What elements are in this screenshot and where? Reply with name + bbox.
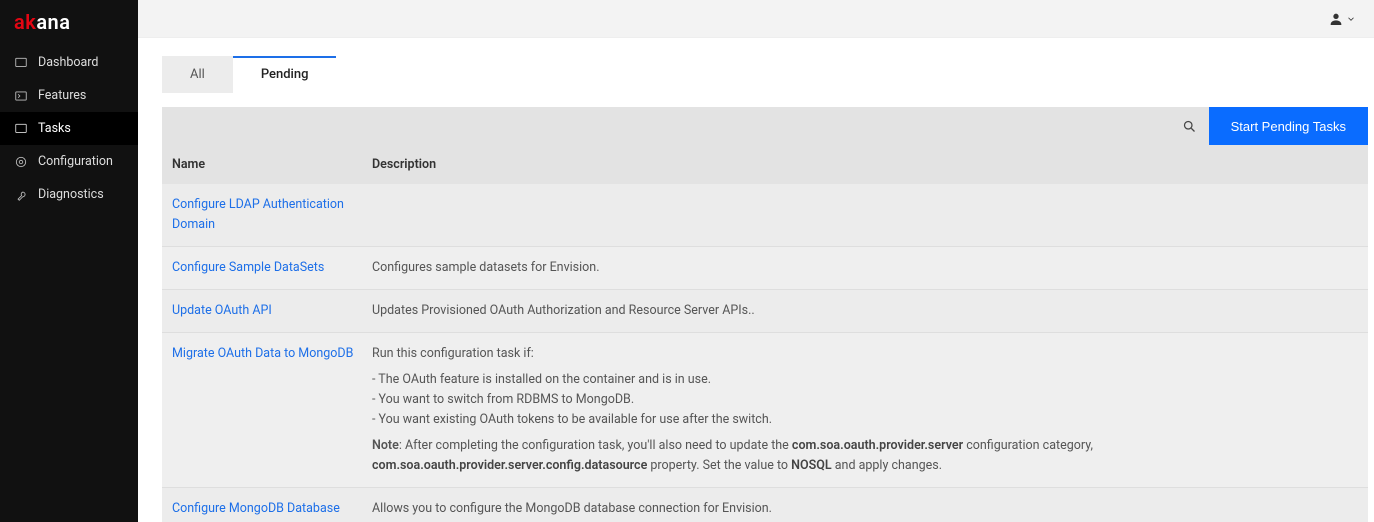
topbar — [138, 0, 1374, 38]
tab-all[interactable]: All — [162, 56, 233, 93]
chevron-down-icon — [1346, 14, 1356, 24]
desc-bullet: - You want existing OAuth tokens to be a… — [372, 410, 1358, 430]
task-link[interactable]: Update OAuth API — [172, 303, 272, 318]
note-text: configuration category, — [963, 438, 1093, 453]
main-area: All Pending Start Pending Tasks Name Des… — [138, 0, 1374, 522]
sidebar-item-label: Features — [38, 88, 86, 103]
desc-paragraph: Allows you to configure the MongoDB data… — [372, 499, 1358, 519]
features-icon — [14, 89, 28, 103]
task-description — [372, 195, 1358, 235]
sidebar-item-features[interactable]: Features — [0, 79, 138, 112]
desc-bullet: - You want to switch from RDBMS to Mongo… — [372, 390, 1358, 410]
task-link[interactable]: Configure Sample DataSets — [172, 260, 324, 275]
note-text: property. Set the value to — [647, 458, 791, 473]
configuration-icon — [14, 155, 28, 169]
task-description: Configures sample datasets for Envision. — [372, 258, 1358, 278]
sidebar-item-label: Configuration — [38, 154, 113, 169]
sidebar-item-tasks[interactable]: Tasks — [0, 112, 138, 145]
desc-bullet: - The OAuth feature is installed on the … — [372, 370, 1358, 390]
action-bar: Start Pending Tasks — [162, 107, 1368, 145]
sidebar-item-label: Dashboard — [38, 55, 98, 70]
tab-pending[interactable]: Pending — [233, 56, 337, 93]
note-text: and apply changes. — [832, 458, 942, 473]
brand-part1: ak — [14, 10, 36, 34]
task-description: Allows you to configure the MongoDB data… — [372, 499, 1358, 522]
sidebar-item-dashboard[interactable]: Dashboard — [0, 46, 138, 79]
header-name: Name — [172, 157, 372, 172]
config-value: NOSQL — [791, 458, 831, 473]
task-link[interactable]: Configure LDAP Authentication Domain — [172, 197, 344, 232]
dashboard-icon — [14, 56, 28, 70]
brand-logo: akana — [0, 0, 138, 46]
tasks-icon — [14, 122, 28, 136]
user-icon — [1328, 11, 1344, 27]
task-description: Run this configuration task if: - The OA… — [372, 344, 1358, 476]
diagnostics-icon — [14, 188, 28, 202]
search-button[interactable] — [1171, 107, 1209, 145]
table-row: Migrate OAuth Data to MongoDB Run this c… — [162, 333, 1368, 488]
desc-intro: Run this configuration task if: — [372, 344, 1358, 364]
sidebar: akana Dashboard Features Tasks Configura — [0, 0, 138, 522]
table-header: Name Description — [162, 145, 1368, 184]
note-text: : After completing the configuration tas… — [399, 438, 792, 453]
task-description: Updates Provisioned OAuth Authorization … — [372, 301, 1358, 321]
table-row: Configure LDAP Authentication Domain — [162, 184, 1368, 247]
search-icon — [1182, 119, 1197, 134]
content: All Pending Start Pending Tasks Name Des… — [138, 38, 1374, 522]
config-property: com.soa.oauth.provider.server.config.dat… — [372, 458, 647, 473]
table-row: Update OAuth API Updates Provisioned OAu… — [162, 290, 1368, 333]
config-category: com.soa.oauth.provider.server — [792, 438, 963, 453]
note-label: Note — [372, 438, 399, 453]
user-menu[interactable] — [1328, 11, 1356, 27]
start-pending-tasks-button[interactable]: Start Pending Tasks — [1209, 107, 1368, 145]
brand-part2: ana — [36, 10, 70, 34]
sidebar-item-configuration[interactable]: Configuration — [0, 145, 138, 178]
sidebar-item-label: Diagnostics — [38, 187, 104, 202]
desc-note: Note: After completing the configuration… — [372, 436, 1358, 476]
task-link[interactable]: Configure MongoDB Database — [172, 501, 340, 516]
sidebar-item-diagnostics[interactable]: Diagnostics — [0, 178, 138, 211]
table-row: Configure MongoDB Database Allows you to… — [162, 488, 1368, 522]
tabs: All Pending — [162, 56, 1368, 93]
header-description: Description — [372, 157, 1358, 172]
task-link[interactable]: Migrate OAuth Data to MongoDB — [172, 346, 353, 361]
table-row: Configure Sample DataSets Configures sam… — [162, 247, 1368, 290]
sidebar-item-label: Tasks — [38, 121, 71, 136]
